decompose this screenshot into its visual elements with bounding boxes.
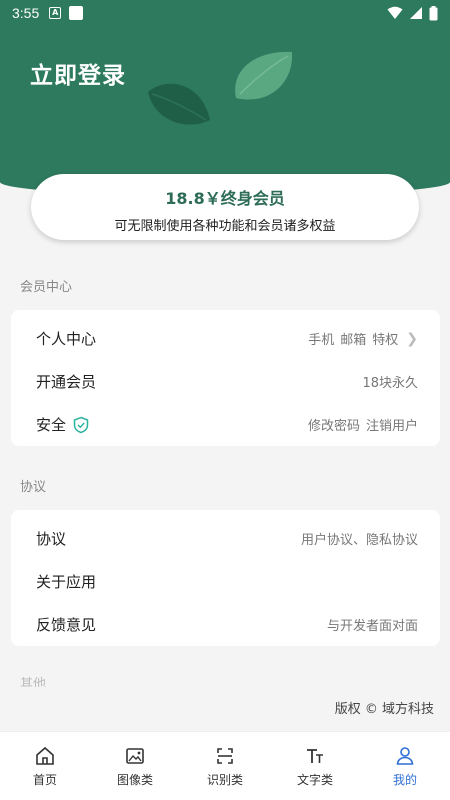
delete-account-link[interactable]: 注销用户 <box>366 415 418 434</box>
row-about-app[interactable]: 关于应用 <box>11 560 440 603</box>
nav-label: 文字类 <box>296 772 333 787</box>
section-title-member: 会员中心 <box>20 280 73 295</box>
status-time: 3:55 <box>12 5 40 21</box>
row-label: 安全 <box>36 414 90 435</box>
section-title-other: 其他 <box>20 677 47 687</box>
row-value: 用户协议、隐私协议 <box>300 533 418 548</box>
row-open-vip[interactable]: 开通会员 18块永久 <box>11 360 440 403</box>
value-privilege: 特权 <box>372 333 399 348</box>
notification-square-icon <box>69 6 84 20</box>
login-button[interactable]: 立即登录 <box>30 56 126 90</box>
section-title-agreement: 协议 <box>20 480 47 495</box>
chevron-right-icon: ❯ <box>406 330 418 347</box>
image-icon <box>126 747 144 764</box>
row-security[interactable]: 安全 修改密码 注销用户 <box>11 403 440 446</box>
change-password-link[interactable]: 修改密码 <box>308 415 360 434</box>
nav-label: 首页 <box>32 772 57 787</box>
value-phone: 手机 <box>308 333 335 348</box>
home-icon <box>36 746 54 765</box>
agreement-card: 协议 用户协议、隐私协议 关于应用 反馈意见 与开发者面对面 <box>11 510 440 646</box>
row-label: 反馈意见 <box>36 616 97 634</box>
bottom-navigation: 首页 图像类 识别类 文字类 我的 <box>0 731 450 800</box>
row-value: 修改密码 注销用户 <box>308 415 418 434</box>
security-label: 安全 <box>36 416 67 434</box>
value-email: 邮箱 <box>340 333 367 348</box>
row-protocol[interactable]: 协议 用户协议、隐私协议 <box>11 517 440 560</box>
row-label: 协议 <box>36 530 67 548</box>
status-bar: 3:55 A <box>0 0 450 26</box>
text-size-icon <box>307 748 323 763</box>
vip-description: 可无限制使用各种功能和会员诸多权益 <box>114 219 336 234</box>
vip-price: 18.8￥终身会员 <box>165 189 285 208</box>
scan-icon <box>217 747 233 764</box>
copyright-text: 版权 © 域方科技 <box>334 702 434 717</box>
vip-promo-card[interactable]: 18.8￥终身会员 可无限制使用各种功能和会员诸多权益 <box>31 174 419 240</box>
shield-check-icon <box>73 416 89 433</box>
signal-icon <box>410 7 422 19</box>
member-card: 个人中心 手机 邮箱 特权 ❯ 开通会员 18块永久 安全 修改密码 注销用户 <box>11 310 440 446</box>
row-label: 关于应用 <box>36 573 97 591</box>
user-icon <box>396 746 414 765</box>
nav-home[interactable]: 首页 <box>0 732 90 800</box>
wifi-icon <box>387 6 403 19</box>
leaf-dark-icon <box>148 83 210 125</box>
row-label: 开通会员 <box>36 373 97 391</box>
nav-image[interactable]: 图像类 <box>90 732 180 800</box>
leaf-light-icon <box>235 51 293 100</box>
nav-label: 图像类 <box>116 772 153 787</box>
header-banner: 3:55 A 立即登录 <box>0 0 450 196</box>
nav-label: 识别类 <box>206 772 243 787</box>
notification-icon: A <box>49 7 62 19</box>
nav-label: 我的 <box>392 772 417 787</box>
row-personal-center[interactable]: 个人中心 手机 邮箱 特权 ❯ <box>11 317 440 360</box>
row-label: 个人中心 <box>36 330 97 348</box>
row-value: 手机 邮箱 特权 ❯ <box>308 329 418 349</box>
battery-icon <box>429 5 438 20</box>
row-feedback[interactable]: 反馈意见 与开发者面对面 <box>11 603 440 646</box>
nav-mine[interactable]: 我的 <box>360 732 450 800</box>
row-value: 18块永久 <box>362 376 418 391</box>
nav-text[interactable]: 文字类 <box>270 732 360 800</box>
row-value: 与开发者面对面 <box>326 619 418 634</box>
nav-recognize[interactable]: 识别类 <box>180 732 270 800</box>
